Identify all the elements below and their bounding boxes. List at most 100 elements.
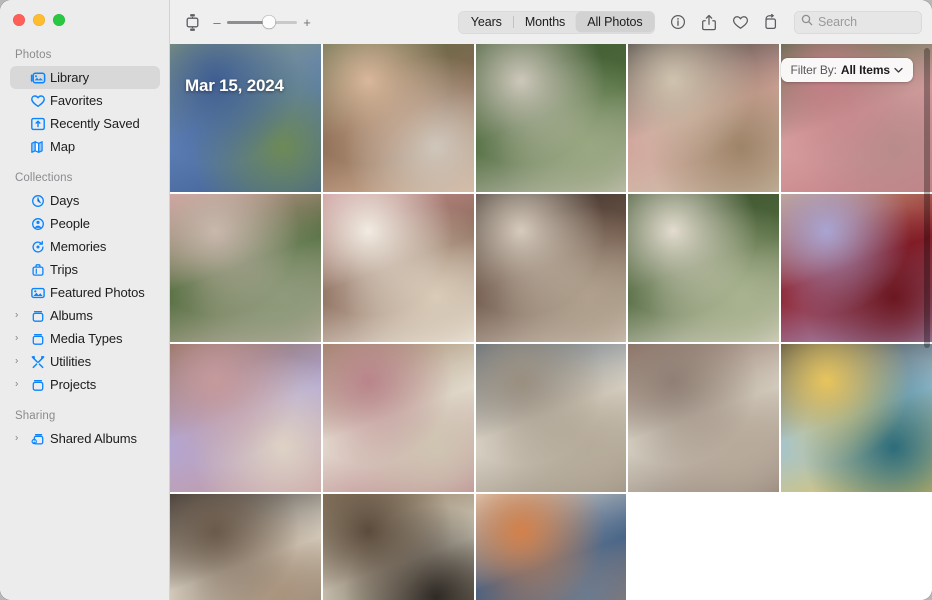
sidebar-item-favorites[interactable]: › Favorites — [10, 89, 160, 112]
zoom-out-label[interactable]: – — [213, 16, 221, 29]
photo-thumbnail[interactable] — [475, 494, 627, 600]
close-button[interactable] — [13, 14, 25, 26]
tab-months[interactable]: Months — [514, 12, 576, 32]
photo-image — [475, 494, 627, 600]
sidebar-item-label: Map — [50, 139, 75, 154]
photo-thumbnail[interactable] — [781, 344, 932, 492]
sidebar-item-map[interactable]: › Map — [10, 135, 160, 158]
album-icon — [28, 331, 47, 347]
disclosure-icon[interactable]: › — [15, 356, 28, 366]
memories-icon — [28, 239, 47, 255]
disclosure-icon[interactable]: › — [15, 433, 28, 443]
zoom-slider[interactable]: – + — [213, 15, 311, 29]
filter-by-prefix: Filter By: — [790, 63, 837, 77]
share-icon[interactable] — [699, 12, 719, 32]
photo-thumbnail[interactable] — [475, 344, 627, 492]
photo-image — [475, 44, 627, 192]
sidebar-item-label: Utilities — [50, 354, 91, 369]
photo-grid — [170, 44, 932, 600]
photo-image — [628, 194, 780, 342]
toolbar-left-group: – + — [170, 10, 311, 34]
photo-thumbnail[interactable] — [781, 194, 932, 342]
info-icon[interactable] — [668, 12, 688, 32]
sidebar-section-photos-header: Photos — [15, 49, 52, 61]
toolbar: – + Years Months All Photos Search — [170, 0, 932, 44]
sidebar-item-library[interactable]: › Library — [10, 66, 160, 89]
photo-thumbnail[interactable] — [170, 194, 321, 342]
sidebar-item-label: Featured Photos — [50, 285, 145, 300]
shared-album-icon — [28, 431, 47, 447]
photo-image — [475, 194, 627, 342]
search-input[interactable]: Search — [794, 10, 922, 34]
chevron-down-icon — [894, 66, 903, 76]
photo-thumbnail[interactable] — [322, 494, 474, 600]
sidebar-item-people[interactable]: › People — [10, 212, 160, 235]
photo-thumbnail[interactable] — [628, 44, 780, 192]
sidebar-item-projects[interactable]: › Projects — [10, 373, 160, 396]
featured-photos-icon — [28, 285, 47, 301]
album-icon — [28, 308, 47, 324]
rotate-icon[interactable] — [761, 12, 781, 32]
vertical-scrollbar[interactable] — [924, 48, 930, 348]
favorite-icon[interactable] — [730, 12, 750, 32]
photos-window: Photos › Library › Favorites › — [0, 0, 932, 600]
disclosure-icon[interactable]: › — [15, 310, 28, 320]
sidebar-item-memories[interactable]: › Memories — [10, 235, 160, 258]
sidebar-item-days[interactable]: › Days — [10, 189, 160, 212]
sidebar-section-collections-header: Collections — [15, 172, 73, 184]
photo-thumbnail[interactable] — [322, 194, 474, 342]
tab-all-photos[interactable]: All Photos — [576, 12, 654, 32]
photo-thumbnail[interactable] — [170, 344, 321, 492]
photo-thumbnail[interactable] — [322, 44, 474, 192]
minimize-button[interactable] — [33, 14, 45, 26]
person-icon — [28, 216, 47, 232]
sidebar-nav: Photos › Library › Favorites › — [0, 46, 170, 450]
photo-thumbnail[interactable] — [475, 44, 627, 192]
sidebar-item-label: People — [50, 216, 90, 231]
photo-thumbnail[interactable] — [170, 44, 321, 192]
zoom-slider-track[interactable] — [227, 15, 297, 29]
photo-image — [170, 344, 321, 492]
photo-thumbnail[interactable] — [322, 344, 474, 492]
disclosure-icon[interactable]: › — [15, 379, 28, 389]
recently-saved-icon — [28, 116, 47, 132]
sidebar-section-sharing-header: Sharing — [15, 410, 56, 422]
sidebar-item-label: Days — [50, 193, 80, 208]
tab-years[interactable]: Years — [460, 12, 513, 32]
sidebar-item-label: Recently Saved — [50, 116, 140, 131]
sidebar-item-label: Projects — [50, 377, 97, 392]
sidebar-item-media-types[interactable]: › Media Types — [10, 327, 160, 350]
photo-thumbnail[interactable] — [628, 194, 780, 342]
maximize-button[interactable] — [53, 14, 65, 26]
sidebar-item-featured-photos[interactable]: › Featured Photos — [10, 281, 160, 304]
layout-icon[interactable] — [178, 10, 206, 34]
photo-image — [170, 494, 321, 600]
sidebar-item-recently-saved[interactable]: › Recently Saved — [10, 112, 160, 135]
clock-icon — [28, 193, 47, 209]
album-icon — [28, 377, 47, 393]
photo-image — [322, 494, 474, 600]
sidebar-item-trips[interactable]: › Trips — [10, 258, 160, 281]
disclosure-icon[interactable]: › — [15, 333, 28, 343]
photo-image — [475, 344, 627, 492]
filter-by-dropdown[interactable]: Filter By: All Items — [780, 58, 913, 82]
photo-thumbnail[interactable] — [475, 194, 627, 342]
zoom-in-label[interactable]: + — [303, 16, 311, 29]
zoom-slider-knob[interactable] — [262, 15, 276, 29]
photo-thumbnail[interactable] — [170, 494, 321, 600]
sidebar-item-albums[interactable]: › Albums — [10, 304, 160, 327]
sidebar-item-shared-albums[interactable]: › Shared Albums — [10, 427, 160, 450]
view-mode-segmented-control[interactable]: Years Months All Photos — [458, 10, 655, 34]
sidebar-item-label: Favorites — [50, 93, 103, 108]
sidebar: Photos › Library › Favorites › — [0, 0, 170, 600]
search-icon — [801, 13, 813, 31]
photo-image — [628, 44, 780, 192]
toolbar-right-group: Years Months All Photos Search — [458, 10, 932, 34]
photo-thumbnail[interactable] — [628, 344, 780, 492]
photo-image — [322, 194, 474, 342]
photo-image — [322, 344, 474, 492]
filter-by-value: All Items — [840, 63, 890, 77]
toolbar-icon-buttons — [664, 12, 785, 32]
photo-grid-area[interactable]: Mar 15, 2024 Filter By: All Items — [170, 44, 932, 600]
sidebar-item-utilities[interactable]: › Utilities — [10, 350, 160, 373]
